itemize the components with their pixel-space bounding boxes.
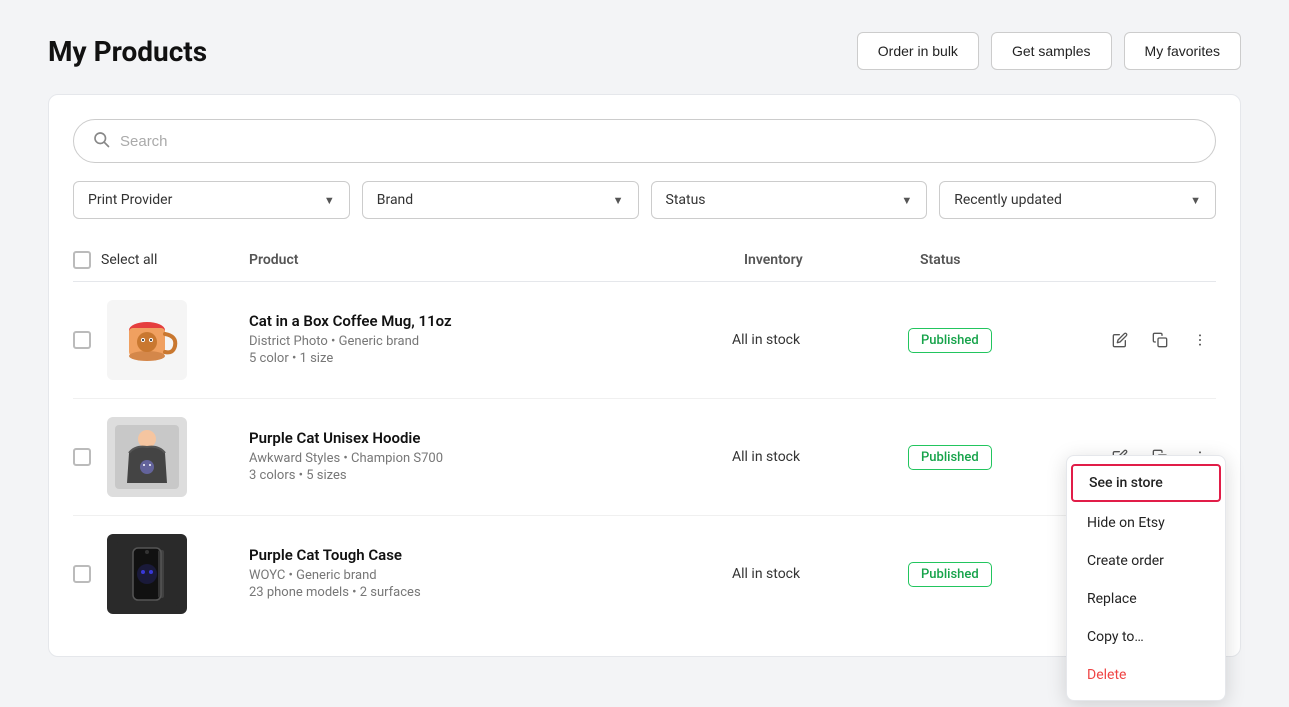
brand-filter[interactable]: Brand ▼	[362, 181, 639, 219]
context-menu-item-hide-on-etsy[interactable]: Hide on Etsy	[1067, 504, 1225, 542]
product-meta-2: 5 color • 1 size	[249, 351, 716, 366]
search-icon	[92, 130, 110, 152]
chevron-down-icon: ▼	[901, 194, 912, 207]
duplicate-button[interactable]	[1144, 324, 1176, 356]
status-badge: Published	[908, 445, 992, 470]
product-meta-1: WOYC • Generic brand	[249, 568, 716, 583]
product-name: Cat in a Box Coffee Mug, 11oz	[249, 312, 716, 330]
status-cell: Published	[908, 562, 1088, 587]
context-menu-item-see-in-store[interactable]: See in store	[1071, 464, 1221, 502]
product-image	[107, 534, 187, 614]
product-meta-2: 3 colors • 5 sizes	[249, 468, 716, 483]
status-cell: Published	[908, 445, 1088, 470]
status-cell: Published	[908, 328, 1088, 353]
brand-label: Brand	[377, 192, 413, 208]
context-menu-item-copy-to[interactable]: Copy to…	[1067, 618, 1225, 656]
row-checkbox-area	[73, 300, 233, 380]
row-checkbox[interactable]	[73, 565, 91, 583]
product-image	[107, 417, 187, 497]
table-row: Purple Cat Unisex Hoodie Awkward Styles …	[73, 399, 1216, 516]
search-bar	[73, 119, 1216, 163]
page-header: My Products Order in bulk Get samples My…	[48, 32, 1241, 70]
context-menu-item-replace[interactable]: Replace	[1067, 580, 1225, 618]
row-checkbox[interactable]	[73, 448, 91, 466]
context-menu-item-create-order[interactable]: Create order	[1067, 542, 1225, 580]
product-info: Cat in a Box Coffee Mug, 11oz District P…	[249, 312, 716, 368]
product-info: Purple Cat Unisex Hoodie Awkward Styles …	[249, 429, 716, 485]
product-meta-1: District Photo • Generic brand	[249, 334, 716, 349]
table-row: Purple Cat Tough Case WOYC • Generic bra…	[73, 516, 1216, 632]
actions-cell	[1104, 324, 1216, 356]
recently-updated-label: Recently updated	[954, 192, 1062, 208]
row-checkbox[interactable]	[73, 331, 91, 349]
search-bar-wrapper	[73, 119, 1216, 163]
inventory-cell: All in stock	[732, 449, 892, 465]
product-image	[107, 300, 187, 380]
product-info: Purple Cat Tough Case WOYC • Generic bra…	[249, 546, 716, 602]
more-options-button[interactable]	[1184, 324, 1216, 356]
context-menu-item-delete[interactable]: Delete	[1067, 656, 1225, 694]
status-label: Status	[666, 192, 706, 208]
chevron-down-icon: ▼	[324, 194, 335, 207]
page-title: My Products	[48, 35, 207, 68]
chevron-down-icon: ▼	[613, 194, 624, 207]
product-name: Purple Cat Tough Case	[249, 546, 716, 564]
table-header: Select all Product Inventory Status	[73, 243, 1216, 282]
row-checkbox-area	[73, 534, 233, 614]
product-meta-2: 23 phone models • 2 surfaces	[249, 585, 716, 600]
filters-row: Print Provider ▼ Brand ▼ Status ▼ Recent…	[73, 181, 1216, 219]
inventory-cell: All in stock	[732, 332, 892, 348]
edit-button[interactable]	[1104, 324, 1136, 356]
chevron-down-icon: ▼	[1190, 194, 1201, 207]
status-badge: Published	[908, 328, 992, 353]
product-name: Purple Cat Unisex Hoodie	[249, 429, 716, 447]
print-provider-filter[interactable]: Print Provider ▼	[73, 181, 350, 219]
table-header-select-all: Select all	[73, 251, 233, 269]
column-header-status: Status	[920, 252, 1100, 268]
column-header-product: Product	[249, 252, 728, 268]
status-filter[interactable]: Status ▼	[651, 181, 928, 219]
select-all-label[interactable]: Select all	[101, 252, 157, 268]
product-meta-1: Awkward Styles • Champion S700	[249, 451, 716, 466]
context-menu: See in store Hide on Etsy Create order R…	[1066, 455, 1226, 701]
select-all-checkbox[interactable]	[73, 251, 91, 269]
main-card: Print Provider ▼ Brand ▼ Status ▼ Recent…	[48, 94, 1241, 657]
header-actions: Order in bulk Get samples My favorites	[857, 32, 1241, 70]
status-badge: Published	[908, 562, 992, 587]
search-input[interactable]	[120, 133, 1197, 150]
table-row: Cat in a Box Coffee Mug, 11oz District P…	[73, 282, 1216, 399]
column-header-inventory: Inventory	[744, 252, 904, 268]
order-in-bulk-button[interactable]: Order in bulk	[857, 32, 979, 70]
row-checkbox-area	[73, 417, 233, 497]
get-samples-button[interactable]: Get samples	[991, 32, 1112, 70]
inventory-cell: All in stock	[732, 566, 892, 582]
my-favorites-button[interactable]: My favorites	[1124, 32, 1241, 70]
recently-updated-filter[interactable]: Recently updated ▼	[939, 181, 1216, 219]
print-provider-label: Print Provider	[88, 192, 172, 208]
